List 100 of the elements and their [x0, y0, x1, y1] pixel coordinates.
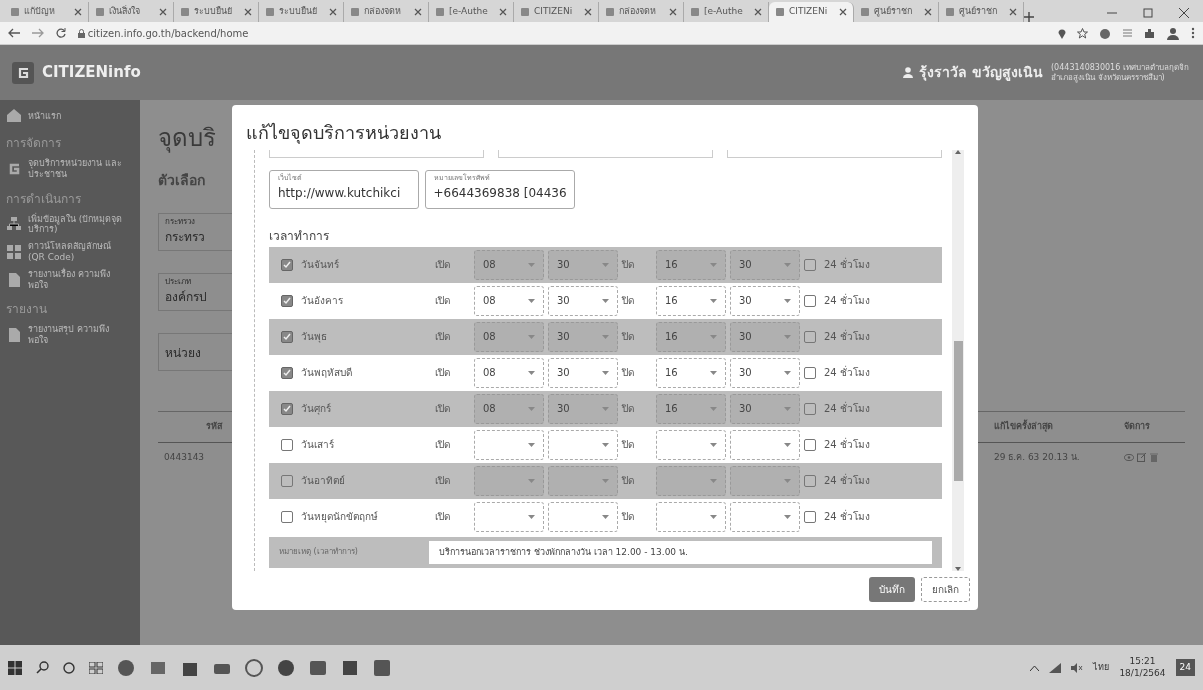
- dropdown[interactable]: 30: [730, 285, 800, 316]
- app-icon[interactable]: [309, 658, 327, 677]
- clock-date[interactable]: 18/1/2564: [1119, 667, 1166, 680]
- search-icon[interactable]: [36, 661, 49, 674]
- checkbox[interactable]: [804, 438, 816, 451]
- checkbox[interactable]: [804, 294, 816, 307]
- close-icon[interactable]: [669, 8, 677, 16]
- close-icon[interactable]: [414, 8, 422, 16]
- close-icon[interactable]: [499, 8, 507, 16]
- app-icon[interactable]: [373, 658, 391, 677]
- dropdown[interactable]: 30: [548, 357, 618, 388]
- dropdown[interactable]: 08: [474, 357, 544, 388]
- close-icon[interactable]: [1009, 8, 1017, 16]
- sidebar-item[interactable]: รายงานสรุป ความพึงพอใจ: [28, 324, 128, 346]
- dropdown[interactable]: 30: [730, 321, 800, 352]
- avatar-icon[interactable]: [1166, 26, 1180, 40]
- language-indicator[interactable]: ไทย: [1093, 660, 1110, 675]
- checkbox[interactable]: [281, 330, 293, 343]
- dropdown[interactable]: 16: [656, 357, 726, 388]
- checkbox[interactable]: [281, 258, 293, 271]
- app-icon[interactable]: [117, 658, 135, 677]
- input-field[interactable]: [727, 150, 942, 158]
- circle-icon[interactable]: [63, 661, 75, 674]
- scrollbar[interactable]: [952, 150, 964, 571]
- caret-icon: [602, 442, 609, 447]
- table-cell: 29 ธ.ค. 63 20.13 น.: [988, 442, 1118, 472]
- checkbox[interactable]: [804, 402, 816, 415]
- chevron-up-icon[interactable]: [1030, 664, 1040, 671]
- dropdown[interactable]: 30: [548, 321, 618, 352]
- close-icon[interactable]: [924, 8, 932, 16]
- reload-icon[interactable]: [56, 28, 66, 38]
- close-icon[interactable]: [1179, 8, 1189, 18]
- dropdown[interactable]: 30: [548, 285, 618, 316]
- document-icon: [6, 327, 22, 344]
- dropdown[interactable]: 08: [474, 393, 544, 424]
- sidebar-item[interactable]: เพิ่มข้อมูลใน (ปักหมุดจุดบริการ): [28, 213, 128, 236]
- dropdown[interactable]: 16: [656, 393, 726, 424]
- close-icon[interactable]: [754, 8, 762, 16]
- dropdown[interactable]: 08: [474, 285, 544, 316]
- dropdown[interactable]: 16: [656, 249, 726, 280]
- dropdown[interactable]: 16: [656, 285, 726, 316]
- checkbox[interactable]: [804, 330, 816, 343]
- close-icon[interactable]: [159, 8, 167, 16]
- star-icon[interactable]: [1077, 27, 1088, 39]
- notification-count[interactable]: 24: [1175, 658, 1195, 677]
- checkbox[interactable]: [804, 474, 816, 487]
- back-icon[interactable]: [8, 28, 20, 38]
- new-tab-icon[interactable]: [1024, 12, 1034, 22]
- caret-icon: [528, 514, 535, 519]
- sidebar-item[interactable]: รายงานเรื่อง ความพึงพอใจ: [28, 268, 128, 291]
- browser-tab[interactable]: CITIZENi: [769, 2, 854, 22]
- location-pin-icon[interactable]: [1058, 27, 1066, 39]
- checkbox[interactable]: [281, 474, 293, 487]
- sidebar-item[interactable]: หน้าแรก: [28, 110, 128, 122]
- more-icon[interactable]: [1191, 27, 1195, 39]
- close-icon[interactable]: [74, 8, 82, 16]
- cancel-button[interactable]: ยกเลิก: [921, 577, 970, 602]
- url-text[interactable]: citizen.info.go.th/backend/home: [87, 25, 249, 41]
- dropdown[interactable]: 30: [730, 393, 800, 424]
- app-icon[interactable]: [277, 658, 295, 677]
- forward-icon[interactable]: [32, 28, 44, 38]
- checkbox[interactable]: [281, 402, 293, 415]
- scroll-up-icon[interactable]: [955, 150, 961, 154]
- speaker-icon[interactable]: [1071, 662, 1084, 673]
- input-field[interactable]: [269, 150, 484, 158]
- input-field[interactable]: [498, 150, 713, 158]
- app-icon[interactable]: [341, 658, 359, 677]
- column-header: แก้ไขครั้งล่าสุด: [988, 411, 1118, 442]
- scroll-down-icon[interactable]: [955, 567, 961, 571]
- save-button[interactable]: บันทึก: [869, 577, 915, 602]
- dropdown[interactable]: 30: [730, 357, 800, 388]
- dropdown[interactable]: 30: [730, 249, 800, 280]
- close-icon[interactable]: [244, 8, 252, 16]
- close-icon[interactable]: [839, 8, 847, 16]
- caret-icon: [602, 406, 609, 411]
- dropdown[interactable]: 30: [548, 393, 618, 424]
- clock-time[interactable]: 15:21: [1119, 655, 1166, 668]
- checkbox[interactable]: [804, 366, 816, 379]
- open-label: เปิด: [435, 366, 451, 380]
- network-icon[interactable]: [1049, 662, 1062, 673]
- checkbox[interactable]: [281, 510, 293, 523]
- close-icon[interactable]: [329, 8, 337, 16]
- note-field[interactable]: บริการนอกเวลาราชการ ช่วงพักกลางวัน เวลา 12.00 - 13.00 น.: [429, 540, 932, 564]
- checkbox[interactable]: [281, 366, 293, 379]
- dropdown[interactable]: 30: [548, 249, 618, 280]
- maximize-icon[interactable]: [1143, 8, 1153, 18]
- windows-start-icon[interactable]: [8, 660, 22, 675]
- checkbox[interactable]: [281, 438, 293, 451]
- checkbox[interactable]: [281, 294, 293, 307]
- checkbox[interactable]: [804, 258, 816, 271]
- dropdown[interactable]: 16: [656, 321, 726, 352]
- task-view-icon[interactable]: [89, 661, 103, 674]
- qr-code-icon: [6, 244, 22, 260]
- dropdown[interactable]: 08: [474, 249, 544, 280]
- close-icon[interactable]: [584, 8, 592, 16]
- app-icon[interactable]: [245, 658, 263, 677]
- checkbox[interactable]: [804, 510, 816, 523]
- dropdown[interactable]: 08: [474, 321, 544, 352]
- sidebar-item[interactable]: จุดบริการหน่วยงาน และประชาชน: [28, 158, 128, 180]
- sidebar-item[interactable]: ดาวน์โหลดสัญลักษณ์ (QR Code): [28, 241, 128, 263]
